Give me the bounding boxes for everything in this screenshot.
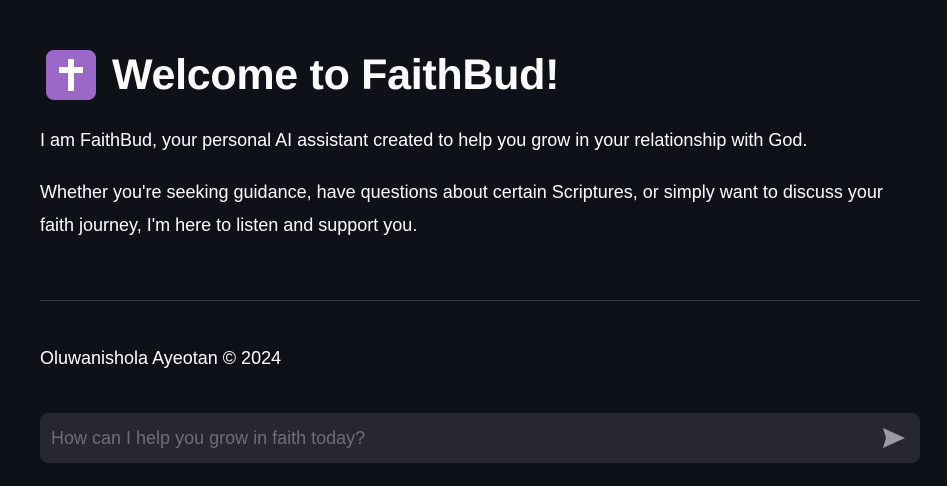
send-button[interactable]: [880, 425, 908, 451]
chat-input-container: [40, 413, 920, 463]
footer-credit: Oluwanishola Ayeotan © 2024: [40, 348, 282, 368]
latin-cross-icon: [46, 50, 96, 100]
divider: [40, 300, 920, 301]
intro-paragraph-guidance: Whether you're seeking guidance, have qu…: [40, 182, 883, 235]
send-arrow-icon: [883, 428, 905, 448]
title-row: Welcome to FaithBud!: [46, 50, 559, 100]
chat-input[interactable]: [40, 413, 860, 463]
page-title: Welcome to FaithBud!: [112, 50, 560, 99]
app-page: Welcome to FaithBud! I am FaithBud, your…: [0, 0, 947, 486]
intro-paragraph: I am FaithBud, your personal AI assistan…: [40, 130, 808, 150]
